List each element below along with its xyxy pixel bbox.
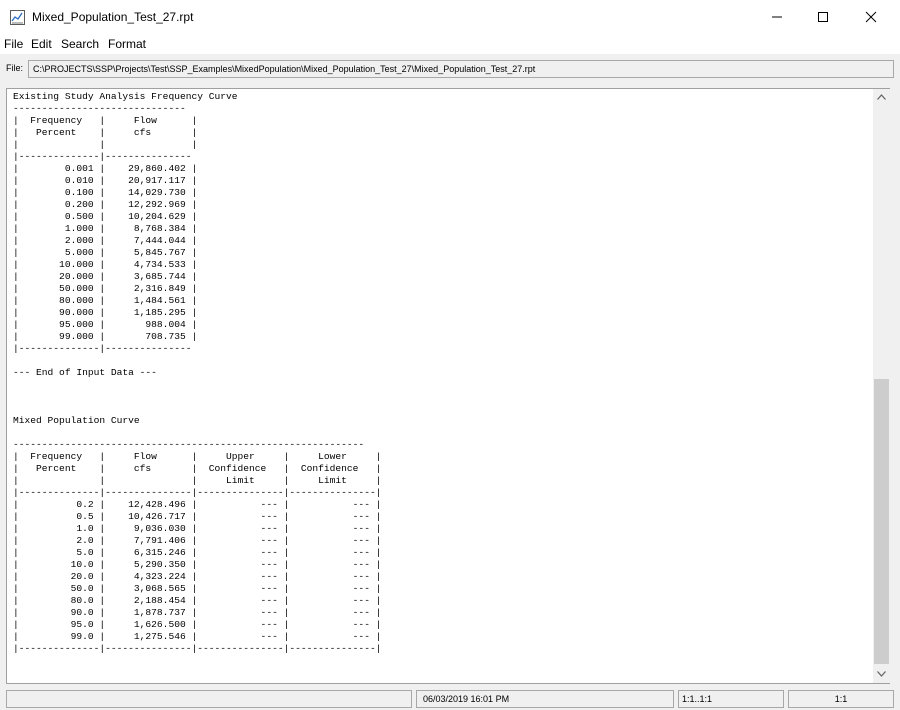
minimize-icon bbox=[772, 16, 782, 18]
report-line: | 0.5 | 10,426.717 | --- | --- | bbox=[13, 511, 382, 522]
report-line: | 0.010 | 20,917.117 | bbox=[13, 175, 198, 186]
scroll-up-button[interactable] bbox=[873, 89, 890, 106]
file-path-field[interactable]: C:\PROJECTS\SSP\Projects\Test\SSP_Exampl… bbox=[28, 60, 894, 78]
title-bar[interactable]: Mixed_Population_Test_27.rpt bbox=[0, 0, 900, 34]
close-icon bbox=[865, 11, 877, 23]
report-line: | | | bbox=[13, 139, 198, 150]
report-line: Mixed Population Curve bbox=[13, 415, 140, 426]
close-button[interactable] bbox=[848, 0, 894, 34]
report-file-icon bbox=[10, 10, 25, 25]
report-line: Existing Study Analysis Frequency Curve bbox=[13, 91, 238, 102]
menu-edit[interactable]: Edit bbox=[31, 37, 52, 51]
report-line: | 90.0 | 1,878.737 | --- | --- | bbox=[13, 607, 382, 618]
report-line bbox=[13, 379, 381, 391]
status-message bbox=[6, 690, 412, 708]
report-line: | 5.0 | 6,315.246 | --- | --- | bbox=[13, 547, 382, 558]
minimize-button[interactable] bbox=[754, 0, 800, 34]
report-line: | 2.0 | 7,791.406 | --- | --- | bbox=[13, 535, 382, 546]
report-line: | Frequency | Flow | bbox=[13, 115, 198, 126]
report-line: | Frequency | Flow | Upper | Lower | bbox=[13, 451, 382, 462]
report-line: | 95.000 | 988.004 | bbox=[13, 319, 198, 330]
report-line: | 20.0 | 4,323.224 | --- | --- | bbox=[13, 571, 382, 582]
file-label: File: bbox=[6, 63, 24, 73]
report-line: | 5.000 | 5,845.767 | bbox=[13, 247, 198, 258]
status-bar: 06/03/2019 16:01 PM 1:1..1:1 1:1 bbox=[0, 688, 900, 710]
chevron-up-icon bbox=[877, 94, 886, 100]
report-text-area[interactable]: Existing Study Analysis Frequency Curve -… bbox=[7, 89, 873, 683]
report-line: | 50.0 | 3,068.565 | --- | --- | bbox=[13, 583, 382, 594]
scroll-down-button[interactable] bbox=[873, 666, 890, 683]
window-title: Mixed_Population_Test_27.rpt bbox=[32, 10, 194, 24]
report-line: | 10.0 | 5,290.350 | --- | --- | bbox=[13, 559, 382, 570]
report-line: | 2.000 | 7,444.044 | bbox=[13, 235, 198, 246]
maximize-button[interactable] bbox=[800, 0, 846, 34]
report-line: |--------------|--------------- bbox=[13, 151, 192, 162]
report-line: | 99.0 | 1,275.546 | --- | --- | bbox=[13, 631, 382, 642]
report-line: | 50.000 | 2,316.849 | bbox=[13, 283, 198, 294]
chevron-down-icon bbox=[877, 671, 886, 677]
menu-bar: File Edit Search Format bbox=[0, 34, 900, 54]
report-line: --- End of Input Data --- bbox=[13, 367, 157, 378]
report-line: ------------------------------ bbox=[13, 103, 186, 114]
report-line: | 0.2 | 12,428.496 | --- | --- | bbox=[13, 499, 382, 510]
report-line: | 0.500 | 10,204.629 | bbox=[13, 211, 198, 222]
report-line: |--------------|---------------|--------… bbox=[13, 643, 382, 654]
report-line: | 0.001 | 29,860.402 | bbox=[13, 163, 198, 174]
report-line: | Percent | cfs | bbox=[13, 127, 198, 138]
report-content: Existing Study Analysis Frequency Curve -… bbox=[13, 91, 381, 655]
report-line: | 80.000 | 1,484.561 | bbox=[13, 295, 198, 306]
menu-file[interactable]: File bbox=[4, 37, 23, 51]
report-line: | Percent | cfs | Confidence | Confidenc… bbox=[13, 463, 382, 474]
report-line bbox=[13, 391, 381, 403]
report-line bbox=[13, 403, 381, 415]
menu-search[interactable]: Search bbox=[61, 37, 99, 51]
report-line: | | | Limit | Limit | bbox=[13, 475, 382, 486]
report-line: | 1.0 | 9,036.030 | --- | --- | bbox=[13, 523, 382, 534]
report-line bbox=[13, 427, 381, 439]
report-line bbox=[13, 355, 381, 367]
status-datetime: 06/03/2019 16:01 PM bbox=[416, 690, 674, 708]
menu-format[interactable]: Format bbox=[108, 37, 146, 51]
status-cursor-position: 1:1..1:1 bbox=[678, 690, 784, 708]
maximize-icon bbox=[818, 12, 828, 22]
report-line: | 10.000 | 4,734.533 | bbox=[13, 259, 198, 270]
file-path-row: File: C:\PROJECTS\SSP\Projects\Test\SSP_… bbox=[0, 56, 900, 82]
report-line: | 1.000 | 8,768.384 | bbox=[13, 223, 198, 234]
report-line: | 99.000 | 708.735 | bbox=[13, 331, 198, 342]
report-line: ----------------------------------------… bbox=[13, 439, 365, 450]
report-line: | 20.000 | 3,685.744 | bbox=[13, 271, 198, 282]
report-viewer: Existing Study Analysis Frequency Curve -… bbox=[6, 88, 890, 684]
report-line: | 90.000 | 1,185.295 | bbox=[13, 307, 198, 318]
report-line: |--------------|--------------- bbox=[13, 343, 192, 354]
report-line: | 0.100 | 14,029.730 | bbox=[13, 187, 198, 198]
status-zoom: 1:1 bbox=[788, 690, 894, 708]
report-line: | 80.0 | 2,188.454 | --- | --- | bbox=[13, 595, 382, 606]
report-line: | 95.0 | 1,626.500 | --- | --- | bbox=[13, 619, 382, 630]
vertical-scrollbar[interactable] bbox=[873, 89, 890, 683]
report-line: |--------------|---------------|--------… bbox=[13, 487, 382, 498]
report-line: | 0.200 | 12,292.969 | bbox=[13, 199, 198, 210]
scrollbar-thumb[interactable] bbox=[874, 379, 889, 664]
